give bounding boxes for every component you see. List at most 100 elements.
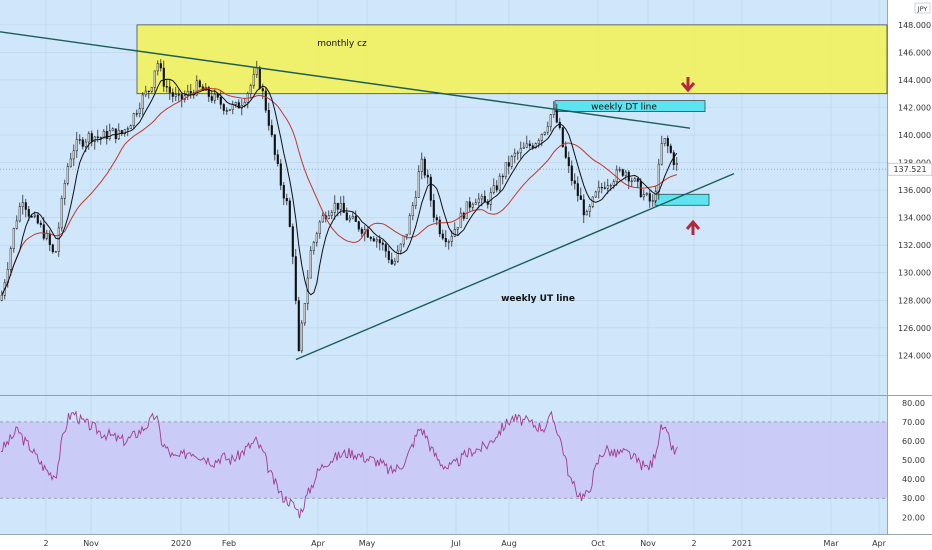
candle-body (504, 162, 507, 177)
candle-body (675, 163, 678, 165)
candle-body (417, 171, 420, 198)
candle-body (429, 176, 432, 201)
candle-body (390, 259, 393, 265)
candle-body (450, 236, 453, 242)
candle-body (603, 187, 606, 189)
candle-body (516, 152, 519, 154)
time-tick-label: 2021 (732, 539, 752, 548)
candle-body (465, 201, 468, 219)
candle-body (174, 94, 177, 97)
zone-label: weekly DT line (591, 103, 657, 113)
candle-body (243, 102, 246, 106)
candle-body (564, 146, 567, 158)
candle-body (135, 113, 138, 115)
candle-body (171, 92, 174, 97)
candle-body (555, 108, 558, 123)
candle-body (312, 241, 315, 251)
candle-body (36, 214, 39, 224)
price-tick-label: 142.000 (898, 104, 931, 113)
price-tick-label: 128.000 (898, 296, 931, 305)
candle-body (645, 193, 648, 195)
candle-body (375, 239, 378, 242)
candle-body (489, 192, 492, 205)
candle-body (660, 143, 663, 165)
candle-body (96, 136, 99, 138)
candle-body (234, 102, 237, 105)
candle-body (399, 243, 402, 252)
candle-body (435, 217, 438, 221)
candle-body (267, 110, 270, 126)
candle-body (315, 233, 318, 243)
candle-body (522, 146, 525, 149)
candle-body (114, 128, 117, 140)
candle-body (384, 244, 387, 252)
candle-body (558, 121, 561, 128)
price-tick-label: 140.000 (898, 131, 931, 140)
time-tick-label: 2020 (171, 539, 191, 548)
candle-body (396, 250, 399, 262)
candle-body (327, 215, 330, 219)
candle-body (378, 239, 381, 244)
candle-body (618, 169, 621, 171)
candle-body (537, 140, 540, 144)
candle-body (69, 158, 72, 167)
rsi-band (0, 421, 887, 499)
candle-body (153, 70, 156, 88)
candle-body (282, 185, 285, 199)
candle-body (477, 198, 480, 203)
candle-body (39, 222, 42, 225)
candle-body (0, 294, 3, 301)
candle-body (9, 248, 12, 270)
candle-body (84, 141, 87, 147)
candle-body (222, 104, 225, 111)
candle-body (633, 178, 636, 182)
price-tick-label: 130.000 (898, 269, 931, 278)
price-tick-label: 148.000 (898, 21, 931, 30)
candle-body (99, 137, 102, 139)
candle-body (423, 158, 426, 176)
candle-body (606, 185, 609, 189)
candle-body (303, 303, 306, 324)
zone-label: monthly cz (317, 39, 367, 49)
candle-body (498, 175, 501, 191)
candle-body (33, 214, 36, 217)
zone-box[interactable] (136, 24, 888, 95)
candle-body (162, 67, 165, 87)
time-tick-label: Nov (640, 539, 656, 548)
rsi-tick-label: 20.00 (902, 513, 925, 522)
candle-body (570, 165, 573, 181)
candle-body (339, 203, 342, 210)
candle-body (60, 197, 63, 229)
candle-body (255, 67, 258, 75)
rsi-tick-label: 30.00 (902, 494, 925, 503)
time-tick-label: 2 (43, 539, 48, 548)
candle-body (366, 229, 369, 238)
candle-body (639, 181, 642, 198)
rsi-tick-label: 40.00 (902, 475, 925, 484)
candle-body (336, 202, 339, 210)
candle-body (411, 205, 414, 216)
candle-body (507, 162, 510, 167)
candle-body (372, 238, 375, 242)
candle-body (654, 191, 657, 201)
candle-body (189, 91, 192, 93)
candle-body (348, 217, 351, 221)
candle-body (663, 138, 666, 144)
time-tick-label: Nov (83, 539, 99, 548)
candle-body (72, 150, 75, 160)
candle-body (414, 197, 417, 206)
candle-body (630, 180, 633, 182)
candle-body (63, 183, 66, 199)
candle-body (615, 169, 618, 182)
candle-body (438, 219, 441, 235)
candle-body (594, 191, 597, 198)
candle-body (519, 148, 522, 154)
candle-body (138, 108, 141, 114)
candle-body (474, 202, 477, 205)
candle-body (582, 199, 585, 216)
candle-body (468, 201, 471, 208)
candle-body (261, 88, 264, 92)
time-tick-label: May (359, 539, 376, 548)
candle-body (456, 227, 459, 230)
candle-body (528, 143, 531, 146)
